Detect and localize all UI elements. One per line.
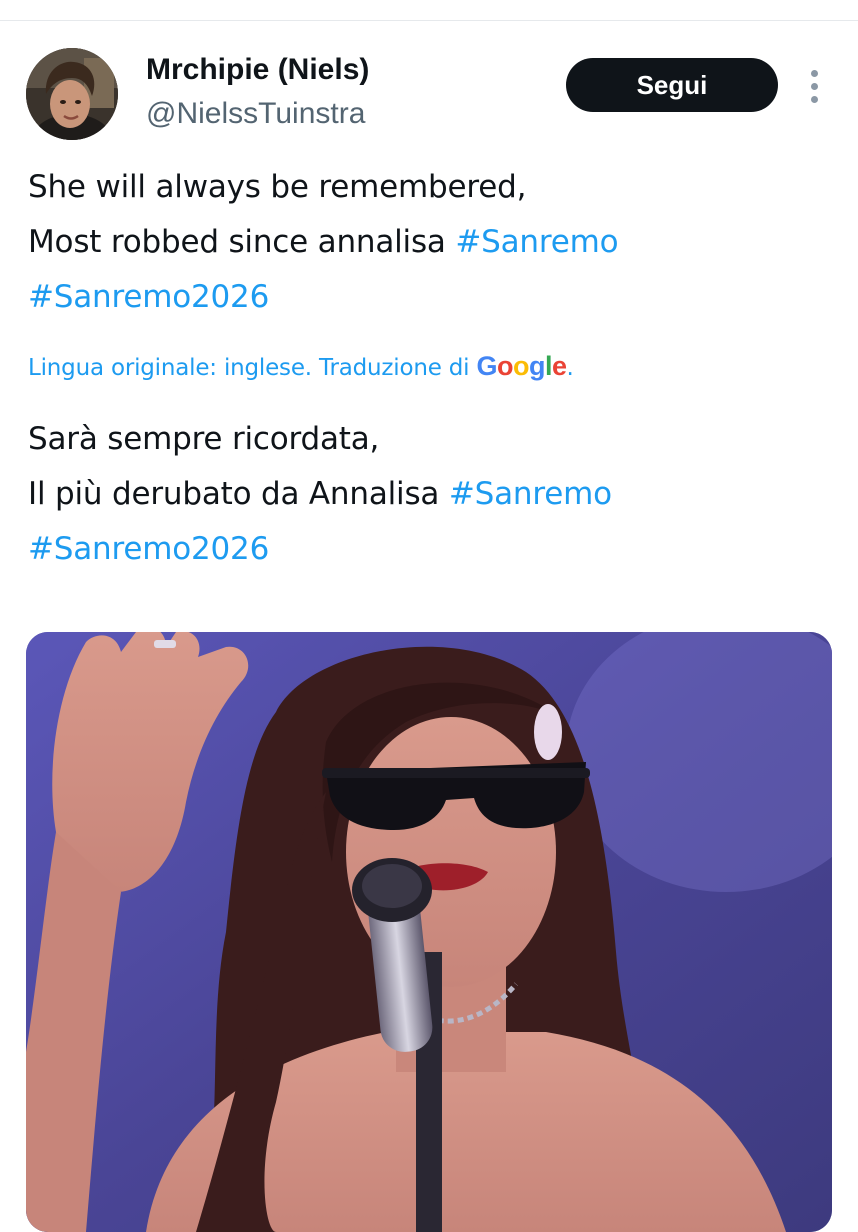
tweet-line: #Sanremo2026 [28,522,612,577]
more-vertical-icon[interactable] [800,66,828,106]
hashtag-link[interactable]: #Sanremo2026 [28,531,269,567]
translation-note-end: . [566,355,574,381]
tweet-line-text: Most robbed since annalisa [28,224,456,260]
top-divider [0,20,858,21]
google-logo-text: Google [476,351,567,381]
translation-note[interactable]: Lingua originale: inglese. Traduzione di… [28,344,574,390]
hashtag-link[interactable]: #Sanremo [455,224,618,260]
avatar-photo-icon [26,48,118,140]
tweet-line: She will always be remembered, [28,160,618,215]
tweet-line: Most robbed since annalisa #Sanremo [28,215,619,270]
tweet-line: #Sanremo2026 [28,270,618,325]
avatar[interactable] [26,48,118,140]
tweet-line: Il più derubato da Annalisa #Sanremo [28,467,612,522]
tweet-line-text: She will always be remembered, [28,169,527,205]
tweet-line-text: Sarà sempre ricordata, [28,421,380,457]
tweet-text-translated: Sarà sempre ricordata, Il più derubato d… [28,412,612,577]
photo-performer-singing-icon [26,632,832,1232]
author-display-name[interactable]: Mrchipie (Niels) [146,52,369,88]
google-logo-letter: G [476,351,497,381]
follow-button[interactable]: Segui [566,58,778,112]
google-logo-letter: l [545,351,553,381]
google-logo-letter: o [513,351,530,381]
tweet-line-text: Il più derubato da Annalisa [28,476,449,512]
google-logo-letter: o [497,351,514,381]
hashtag-link[interactable]: #Sanremo [449,476,612,512]
google-logo: Google [476,351,567,381]
google-logo-letter: g [529,351,546,381]
tweet-line: Sarà sempre ricordata, [28,412,612,467]
tweet-media-photo[interactable] [26,632,832,1232]
hashtag-link[interactable]: #Sanremo2026 [28,279,269,315]
google-logo-letter: e [552,351,567,381]
author-handle[interactable]: @NielssTuinstra [146,96,365,132]
translation-note-text: Lingua originale: inglese. Traduzione di [28,355,477,381]
tweet-text-original: She will always be remembered, Most robb… [28,160,619,325]
